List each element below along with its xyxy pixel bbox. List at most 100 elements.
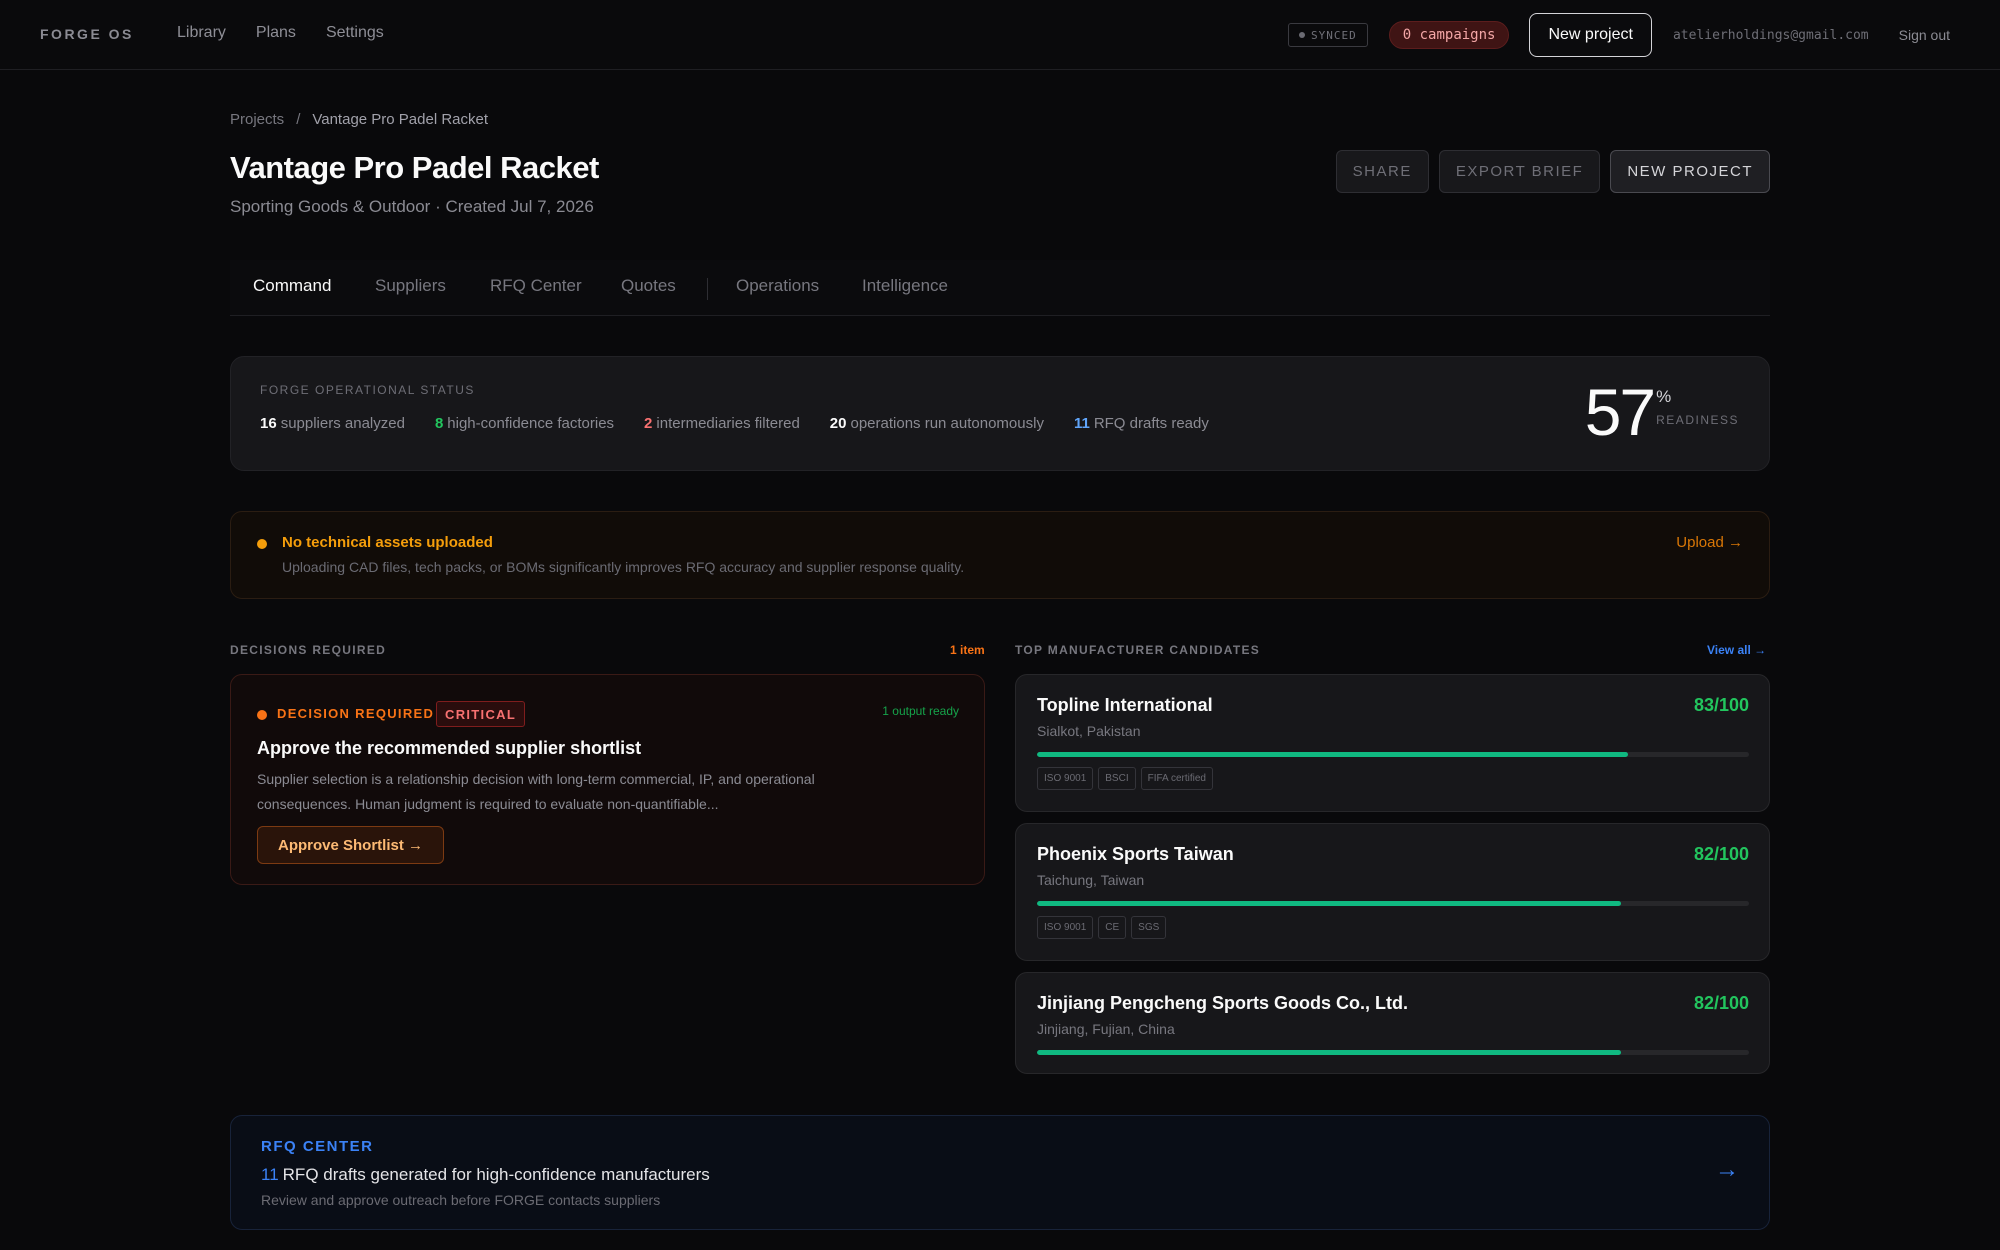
stat-value: 8 (434, 415, 444, 432)
stat-intermediaries-filtered: 2 intermediaries filtered (644, 415, 800, 432)
cert-list: ISO 9001 BSCI FIFA certified (1037, 767, 1213, 790)
tab-quotes[interactable]: Quotes (621, 276, 676, 296)
status-panel-label: FORGE OPERATIONAL STATUS (260, 383, 475, 397)
user-email: atelierholdings@gmail.com (1672, 27, 1869, 43)
manufacturers-section-label: TOP MANUFACTURER CANDIDATES (1015, 643, 1261, 657)
stat-text: operations run autonomously (850, 415, 1044, 432)
rfq-count: 11 (261, 1165, 279, 1184)
stat-value: 20 (829, 415, 847, 432)
tab-intelligence[interactable]: Intelligence (862, 276, 948, 296)
manufacturer-score: 82/100 (1693, 993, 1749, 1013)
sync-status-badge: SYNCED (1288, 23, 1368, 47)
stat-text: suppliers analyzed (280, 415, 405, 432)
decisions-section-label: DECISIONS REQUIRED (230, 643, 387, 657)
stat-operations-run: 20 operations run autonomously (830, 415, 1044, 432)
breadcrumb-separator: / (296, 111, 301, 128)
project-tabs: Command Suppliers RFQ Center Quotes Oper… (230, 260, 1770, 316)
manufacturer-location: Sialkot, Pakistan (1037, 723, 1141, 739)
nav-link-library[interactable]: Library (177, 24, 226, 42)
tab-suppliers[interactable]: Suppliers (375, 276, 446, 296)
decision-tag: DECISION REQUIRED (277, 706, 435, 721)
stat-high-confidence: 8 high-confidence factories (435, 415, 614, 432)
stat-value: 16 (260, 415, 277, 432)
stat-rfq-drafts: 11 RFQ drafts ready (1074, 415, 1209, 432)
score-bar (1037, 752, 1749, 757)
tab-command[interactable]: Command (253, 276, 331, 296)
manufacturer-card[interactable]: Jinjiang Pengcheng Sports Goods Co., Ltd… (1015, 972, 1770, 1074)
manufacturer-location: Jinjiang, Fujian, China (1037, 1021, 1175, 1037)
arrow-right-icon[interactable]: → (1715, 1156, 1739, 1184)
warning-dot-icon (257, 539, 267, 549)
brand-logo[interactable]: FORGE OS (40, 26, 134, 42)
nav-link-plans[interactable]: Plans (256, 24, 296, 42)
main-nav: Library Plans Settings (177, 24, 384, 42)
assets-warning-alert: No technical assets uploaded Uploading C… (230, 511, 1770, 599)
tab-divider (707, 278, 708, 300)
readiness-meter: 57 % READINESS (1585, 379, 1739, 445)
rfq-subtitle: Review and approve outreach before FORGE… (261, 1192, 661, 1208)
stat-text: RFQ drafts ready (1093, 415, 1209, 432)
tab-operations[interactable]: Operations (736, 276, 819, 296)
page-title: Vantage Pro Padel Racket (230, 150, 599, 185)
operational-status-panel: FORGE OPERATIONAL STATUS 16 suppliers ana… (230, 356, 1770, 471)
cert-badge: SGS (1131, 916, 1167, 939)
output-ready-label: 1 output ready (882, 704, 959, 718)
cert-badge: FIFA certified (1140, 767, 1213, 790)
sign-out-link[interactable]: Sign out (1899, 27, 1950, 43)
cert-badge: CE (1098, 916, 1127, 939)
readiness-label: READINESS (1656, 413, 1739, 427)
rfq-title-text: RFQ drafts generated for high-confidence… (282, 1165, 710, 1184)
tab-rfq-center[interactable]: RFQ Center (490, 276, 582, 296)
decision-dot-icon (257, 710, 267, 720)
decisions-count: 1 item (950, 643, 985, 657)
top-navbar: FORGE OS Library Plans Settings SYNCED 0… (0, 0, 2000, 70)
new-project-nav-button[interactable]: New project (1529, 13, 1652, 57)
manufacturer-score: 83/100 (1693, 695, 1749, 715)
rfq-center-banner[interactable]: RFQ CENTER 11 RFQ drafts generated for hi… (230, 1115, 1770, 1230)
approve-shortlist-button[interactable]: Approve Shortlist → (257, 826, 445, 864)
critical-badge: CRITICAL (436, 701, 526, 727)
decision-body: Supplier selection is a relationship dec… (257, 771, 815, 812)
rfq-title: 11 RFQ drafts generated for high-confiden… (261, 1165, 710, 1185)
score-bar-fill (1037, 1050, 1621, 1055)
cert-badge: ISO 9001 (1037, 767, 1094, 790)
score-bar-fill (1037, 752, 1628, 757)
manufacturer-name: Phoenix Sports Taiwan (1037, 844, 1234, 864)
new-project-button[interactable]: NEW PROJECT (1610, 150, 1770, 193)
alert-title: No technical assets uploaded (282, 534, 493, 551)
readiness-unit: % (1656, 387, 1672, 406)
sync-dot-icon (1299, 32, 1305, 38)
breadcrumb-current: Vantage Pro Padel Racket (312, 111, 489, 128)
breadcrumb-projects[interactable]: Projects (230, 111, 284, 128)
manufacturer-card[interactable]: Phoenix Sports Taiwan 82/100 Taichung, T… (1015, 823, 1770, 961)
decision-card: DECISION REQUIRED CRITICAL 1 output read… (230, 674, 985, 885)
status-stats: 16 suppliers analyzed 8 high-confidence fa… (260, 415, 1209, 432)
stat-value: 2 (644, 415, 653, 432)
manufacturer-card[interactable]: Topline International 83/100 Sialkot, Pa… (1015, 674, 1770, 812)
upload-link[interactable]: Upload → (1676, 534, 1743, 551)
readiness-value: 57 (1584, 375, 1656, 449)
header-actions: SHARE EXPORT BRIEF NEW PROJECT (1335, 150, 1770, 193)
cert-badge: ISO 9001 (1037, 916, 1094, 939)
share-button[interactable]: SHARE (1335, 150, 1429, 193)
page-subtitle: Sporting Goods & Outdoor · Created Jul 7… (230, 197, 594, 216)
sync-status-label: SYNCED (1311, 28, 1357, 42)
alert-text: Uploading CAD files, tech packs, or BOMs… (282, 559, 965, 575)
nav-link-settings[interactable]: Settings (326, 24, 384, 42)
export-brief-button[interactable]: EXPORT BRIEF (1438, 150, 1601, 193)
manufacturer-name: Topline International (1037, 695, 1213, 715)
cert-list: ISO 9001 CE SGS (1037, 916, 1167, 939)
view-all-link[interactable]: View all → (1707, 643, 1766, 657)
breadcrumb: Projects / Vantage Pro Padel Racket (230, 111, 488, 128)
stat-value: 11 (1073, 415, 1090, 432)
stat-text: intermediaries filtered (656, 415, 800, 432)
manufacturer-name: Jinjiang Pengcheng Sports Goods Co., Ltd… (1037, 993, 1409, 1013)
score-bar (1037, 1050, 1749, 1055)
score-bar-fill (1037, 901, 1621, 906)
decision-title: Approve the recommended supplier shortli… (257, 738, 642, 758)
campaigns-badge[interactable]: 0 campaigns (1388, 21, 1510, 49)
stat-suppliers-analyzed: 16 suppliers analyzed (260, 415, 405, 432)
manufacturer-score: 82/100 (1693, 844, 1749, 864)
nav-right-group: SYNCED 0 campaigns New project atelierho… (1288, 13, 1950, 57)
score-bar (1037, 901, 1749, 906)
